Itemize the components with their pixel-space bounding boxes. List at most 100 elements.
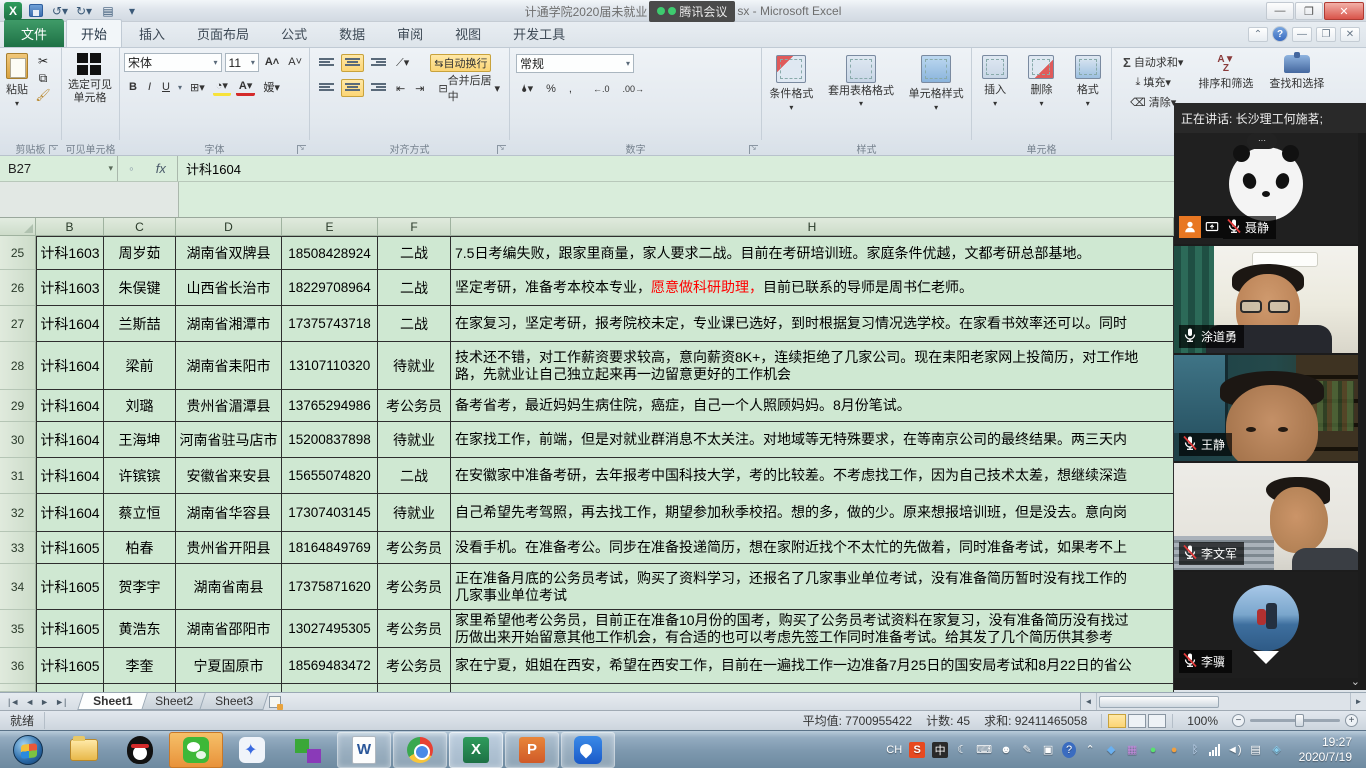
- row-header-35[interactable]: 35: [0, 610, 36, 648]
- cell-E27[interactable]: 17375743718: [282, 306, 378, 342]
- cell-F26[interactable]: 二战: [378, 270, 451, 306]
- cell-C27[interactable]: 兰斯喆: [104, 306, 176, 342]
- tencent-meeting-floatbar[interactable]: 腾讯会议: [649, 1, 735, 22]
- cell-B36[interactable]: 计科1605: [36, 648, 104, 684]
- taskbar-thunder[interactable]: [225, 732, 279, 768]
- ribbon-tab-开始[interactable]: 开始: [66, 19, 122, 47]
- column-header-F[interactable]: F: [378, 218, 451, 236]
- help-button[interactable]: ?: [1272, 26, 1288, 42]
- cell-C33[interactable]: 柏春: [104, 532, 176, 564]
- cell-H31[interactable]: 在安徽家中准备考研，去年报考中国科技大学，考的比较差。不考虑找工作，因为自己技术…: [451, 458, 1174, 494]
- sheet-tab-Sheet3[interactable]: Sheet3: [199, 693, 269, 710]
- comma-style-button[interactable]: ,: [566, 80, 575, 98]
- row-header-32[interactable]: 32: [0, 494, 36, 532]
- cell-E25[interactable]: 18508428924: [282, 236, 378, 270]
- decrease-decimal-button[interactable]: .00→: [619, 80, 647, 98]
- orientation-button[interactable]: ⟋▾: [393, 54, 412, 72]
- misc-app-icon[interactable]: ◈: [1270, 742, 1284, 758]
- cell-C35[interactable]: 黄浩东: [104, 610, 176, 648]
- column-header-E[interactable]: E: [282, 218, 378, 236]
- row-header-34[interactable]: 34: [0, 564, 36, 610]
- delete-cells-button[interactable]: 删除▾: [1024, 53, 1058, 110]
- cell-B33[interactable]: 计科1605: [36, 532, 104, 564]
- workbook-minimize-button[interactable]: —: [1292, 27, 1312, 42]
- redo-button[interactable]: ↻▾: [74, 2, 94, 20]
- column-header-B[interactable]: B: [36, 218, 104, 236]
- row-header-28[interactable]: 28: [0, 342, 36, 390]
- alignment-dialog-launcher[interactable]: [497, 145, 506, 154]
- cell-H29[interactable]: 备考省考，最近妈妈生病住院，癌症，自己一个人照顾妈妈。8月份笔试。: [451, 390, 1174, 422]
- number-format-combo[interactable]: 常规▾: [516, 54, 634, 73]
- orange-app-icon[interactable]: ●: [1167, 742, 1181, 758]
- cell-E28[interactable]: 13107110320: [282, 342, 378, 390]
- cell-B32[interactable]: 计科1604: [36, 494, 104, 532]
- ribbon-tab-页面布局[interactable]: 页面布局: [182, 19, 264, 47]
- panel-scroll-down-icon[interactable]: ⌄: [1351, 675, 1360, 688]
- cell-H36[interactable]: 家在宁夏，姐姐在西安，希望在西安工作，目前在一遍找工作一边准备7月25日的国安局…: [451, 648, 1174, 684]
- bold-button[interactable]: B: [126, 78, 140, 96]
- cell-C26[interactable]: 朱俣键: [104, 270, 176, 306]
- ribbon-tab-公式[interactable]: 公式: [266, 19, 322, 47]
- cell-F25[interactable]: 二战: [378, 236, 451, 270]
- font-size-combo[interactable]: 11▾: [225, 53, 259, 72]
- cell-D26[interactable]: 山西省长治市: [176, 270, 282, 306]
- cell-E35[interactable]: 13027495305: [282, 610, 378, 648]
- participant-tile-王静[interactable]: 王静: [1174, 355, 1358, 461]
- sheet-tab-Sheet2[interactable]: Sheet2: [139, 693, 209, 710]
- cell-E34[interactable]: 17375871620: [282, 564, 378, 610]
- restore-button[interactable]: ❐: [1295, 2, 1323, 20]
- select-visible-cells-button[interactable]: 选定可见单元格: [62, 51, 118, 107]
- start-button[interactable]: [1, 732, 55, 768]
- ribbon-tab-文件[interactable]: 文件: [4, 19, 64, 47]
- cell-E29[interactable]: 13765294986: [282, 390, 378, 422]
- scrollbar-thumb[interactable]: [1099, 696, 1219, 708]
- wrap-text-button[interactable]: ⇆ 自动换行: [430, 54, 491, 72]
- zoom-out-button[interactable]: −: [1232, 714, 1245, 727]
- cell-H35[interactable]: 家里希望他考公务员，目前正在准备10月份的国考，购买了公务员考试资料在家复习，没…: [451, 610, 1174, 648]
- format-cells-button[interactable]: 格式▾: [1071, 53, 1105, 110]
- cell-styles-button[interactable]: 单元格样式▾: [905, 53, 968, 114]
- workbook-close-button[interactable]: ✕: [1340, 27, 1360, 42]
- format-as-table-button[interactable]: 套用表格格式▾: [824, 53, 898, 114]
- format-painter-icon[interactable]: 🖌︎: [34, 87, 52, 103]
- clipboard-tray-icon[interactable]: ▤: [1249, 742, 1263, 758]
- cell-H34[interactable]: 正在准备月底的公务员考试，购买了资料学习，还报名了几家事业单位考试，没有准备简历…: [451, 564, 1174, 610]
- cell-F29[interactable]: 考公务员: [378, 390, 451, 422]
- align-top-button[interactable]: [316, 54, 337, 72]
- row-header-36[interactable]: 36: [0, 648, 36, 684]
- cell-H33[interactable]: 没看手机。在准备考公。同步在准备投递简历，想在家附近找个不太忙的先做着，同时准备…: [451, 532, 1174, 564]
- ribbon-tab-数据[interactable]: 数据: [324, 19, 380, 47]
- ribbon-tab-插入[interactable]: 插入: [124, 19, 180, 47]
- zoom-in-button[interactable]: +: [1345, 714, 1358, 727]
- collapse-ribbon-button[interactable]: ⌃: [1248, 27, 1268, 42]
- workbook-restore-button[interactable]: ❐: [1316, 27, 1336, 42]
- cell-E32[interactable]: 17307403145: [282, 494, 378, 532]
- borders-button[interactable]: ⊞▾: [187, 78, 208, 96]
- cell-H25[interactable]: 7.5日考编失败，跟家里商量，家人要求二战。目前在考研培训班。家庭条件优越，文都…: [451, 236, 1174, 270]
- accounting-format-button[interactable]: 🌢▾: [518, 80, 536, 98]
- cell-C34[interactable]: 贺李宇: [104, 564, 176, 610]
- cell-F33[interactable]: 考公务员: [378, 532, 451, 564]
- cell-D25[interactable]: 湖南省双牌县: [176, 236, 282, 270]
- prev-sheet-button[interactable]: ◄: [25, 697, 34, 707]
- paste-button[interactable]: 粘贴▾: [0, 51, 34, 110]
- cell-F34[interactable]: 考公务员: [378, 564, 451, 610]
- cell-D33[interactable]: 贵州省开阳县: [176, 532, 282, 564]
- taskbar-tencent-meeting[interactable]: [561, 732, 615, 768]
- cell-H27[interactable]: 在家复习，坚定考研，报考院校未定，专业课已选好，到时根据复习情况选学校。在家看书…: [451, 306, 1174, 342]
- cell-B29[interactable]: 计科1604: [36, 390, 104, 422]
- close-button[interactable]: ✕: [1324, 2, 1364, 20]
- cell-D27[interactable]: 湖南省湘潭市: [176, 306, 282, 342]
- name-box[interactable]: B27▾: [0, 156, 118, 181]
- page-layout-view-button[interactable]: [1128, 714, 1146, 728]
- row-header-27[interactable]: 27: [0, 306, 36, 342]
- cell-C32[interactable]: 蔡立恒: [104, 494, 176, 532]
- participant-tile-聂静[interactable]: ···聂静: [1174, 133, 1358, 244]
- column-header-D[interactable]: D: [176, 218, 282, 236]
- cell-F31[interactable]: 二战: [378, 458, 451, 494]
- row-header-30[interactable]: 30: [0, 422, 36, 458]
- taskbar-word[interactable]: W: [337, 732, 391, 768]
- cell-E26[interactable]: 18229708964: [282, 270, 378, 306]
- save-button[interactable]: [26, 2, 46, 20]
- user-icon[interactable]: ☻: [999, 742, 1013, 758]
